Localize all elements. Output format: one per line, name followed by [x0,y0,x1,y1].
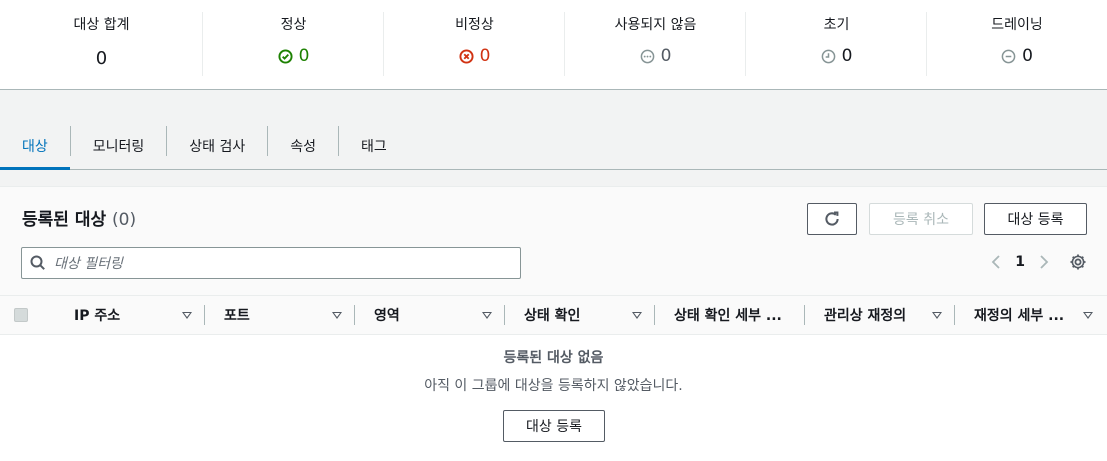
stat-draining-value: 0 [1022,46,1033,66]
tab-tags[interactable]: 태그 [339,122,409,169]
sort-icon [932,311,942,319]
empty-message: 아직 이 그룹에 대상을 등록하지 않았습니다. [424,378,683,394]
stat-total-label: 대상 합계 [73,17,130,33]
table-header: IP 주소 포트 영역 상태 확인 상태 확인 세부 ... 관리상 재정의 재… [0,295,1107,335]
column-zone[interactable]: 영역 [354,295,504,335]
tab-monitoring[interactable]: 모니터링 [71,122,167,169]
stat-healthy-value: 0 [298,46,310,66]
target-summary: 대상 합계 0 정상 0 비정상 0 사용되지 않음 0 초기 0 드레이닝 0 [0,0,1107,90]
column-health-status[interactable]: 상태 확인 [504,295,654,335]
minus-circle-icon [1001,49,1016,63]
sort-icon [332,311,342,319]
select-all-checkbox-cell [0,308,54,322]
column-port[interactable]: 포트 [204,295,354,335]
empty-state: 등록된 대상 없음 아직 이 그룹에 대상을 등록하지 않았습니다. [0,347,1107,395]
panel-title: 등록된 대상 (0) [22,205,136,230]
stat-unused-label: 사용되지 않음 [614,17,697,33]
tab-targets[interactable]: 대상 [0,122,70,170]
pagination: 1 [991,253,1087,271]
stat-draining: 드레이닝 0 [927,0,1107,90]
check-circle-icon [278,48,293,64]
empty-register-targets-button[interactable]: 대상 등록 [503,410,605,442]
stat-total-value: 0 [95,48,108,69]
stat-initial: 초기 0 [746,0,927,90]
ellipsis-circle-icon [640,49,654,63]
tab-attributes[interactable]: 속성 [268,122,338,169]
column-administrative-override[interactable]: 관리상 재정의 [804,295,954,335]
stat-initial-value: 0 [841,46,853,66]
sort-icon [482,311,492,319]
select-all-checkbox[interactable] [14,308,28,322]
panel-title-text: 등록된 대상 [22,210,107,230]
register-targets-button[interactable]: 대상 등록 [984,203,1087,235]
stat-unhealthy: 비정상 0 [384,0,565,90]
empty-title: 등록된 대상 없음 [503,350,604,366]
stat-initial-label: 초기 [823,17,850,33]
stat-healthy: 정상 0 [203,0,384,90]
registered-targets-panel: 등록된 대상 (0) 등록 취소 대상 등록 대상 필터링 1 IP 주소 포트 [0,186,1107,461]
target-count: (0) [112,210,137,230]
stat-unhealthy-value: 0 [479,46,491,66]
stat-unhealthy-label: 비정상 [455,17,494,33]
deregister-button[interactable]: 등록 취소 [869,203,973,235]
tab-bar: 대상 모니터링 상태 검사 속성 태그 [0,122,1107,170]
stat-unused-value: 0 [660,46,672,66]
refresh-icon [825,211,839,226]
chevron-left-icon[interactable] [991,254,1001,270]
column-ip-address[interactable]: IP 주소 [54,295,204,335]
column-override-details[interactable]: 재정의 세부 ... [954,295,1107,335]
stat-total: 대상 합계 0 [0,0,203,90]
page-number[interactable]: 1 [1015,254,1025,270]
filter-targets-input[interactable]: 대상 필터링 [21,247,521,279]
sort-icon [182,311,192,319]
chevron-right-icon[interactable] [1039,254,1049,270]
x-circle-icon [459,48,474,64]
refresh-button[interactable] [807,203,857,235]
gear-icon[interactable] [1069,253,1087,271]
sort-icon [632,311,642,319]
tab-health-checks[interactable]: 상태 검사 [167,122,267,169]
filter-placeholder: 대상 필터링 [54,256,123,272]
stat-unused: 사용되지 않음 0 [565,0,746,90]
clock-icon [821,49,835,63]
stat-draining-label: 드레이닝 [991,17,1043,33]
search-icon [30,255,45,270]
sort-icon [1083,311,1093,319]
stat-healthy-label: 정상 [280,17,307,33]
column-health-status-details[interactable]: 상태 확인 세부 ... [654,295,804,335]
